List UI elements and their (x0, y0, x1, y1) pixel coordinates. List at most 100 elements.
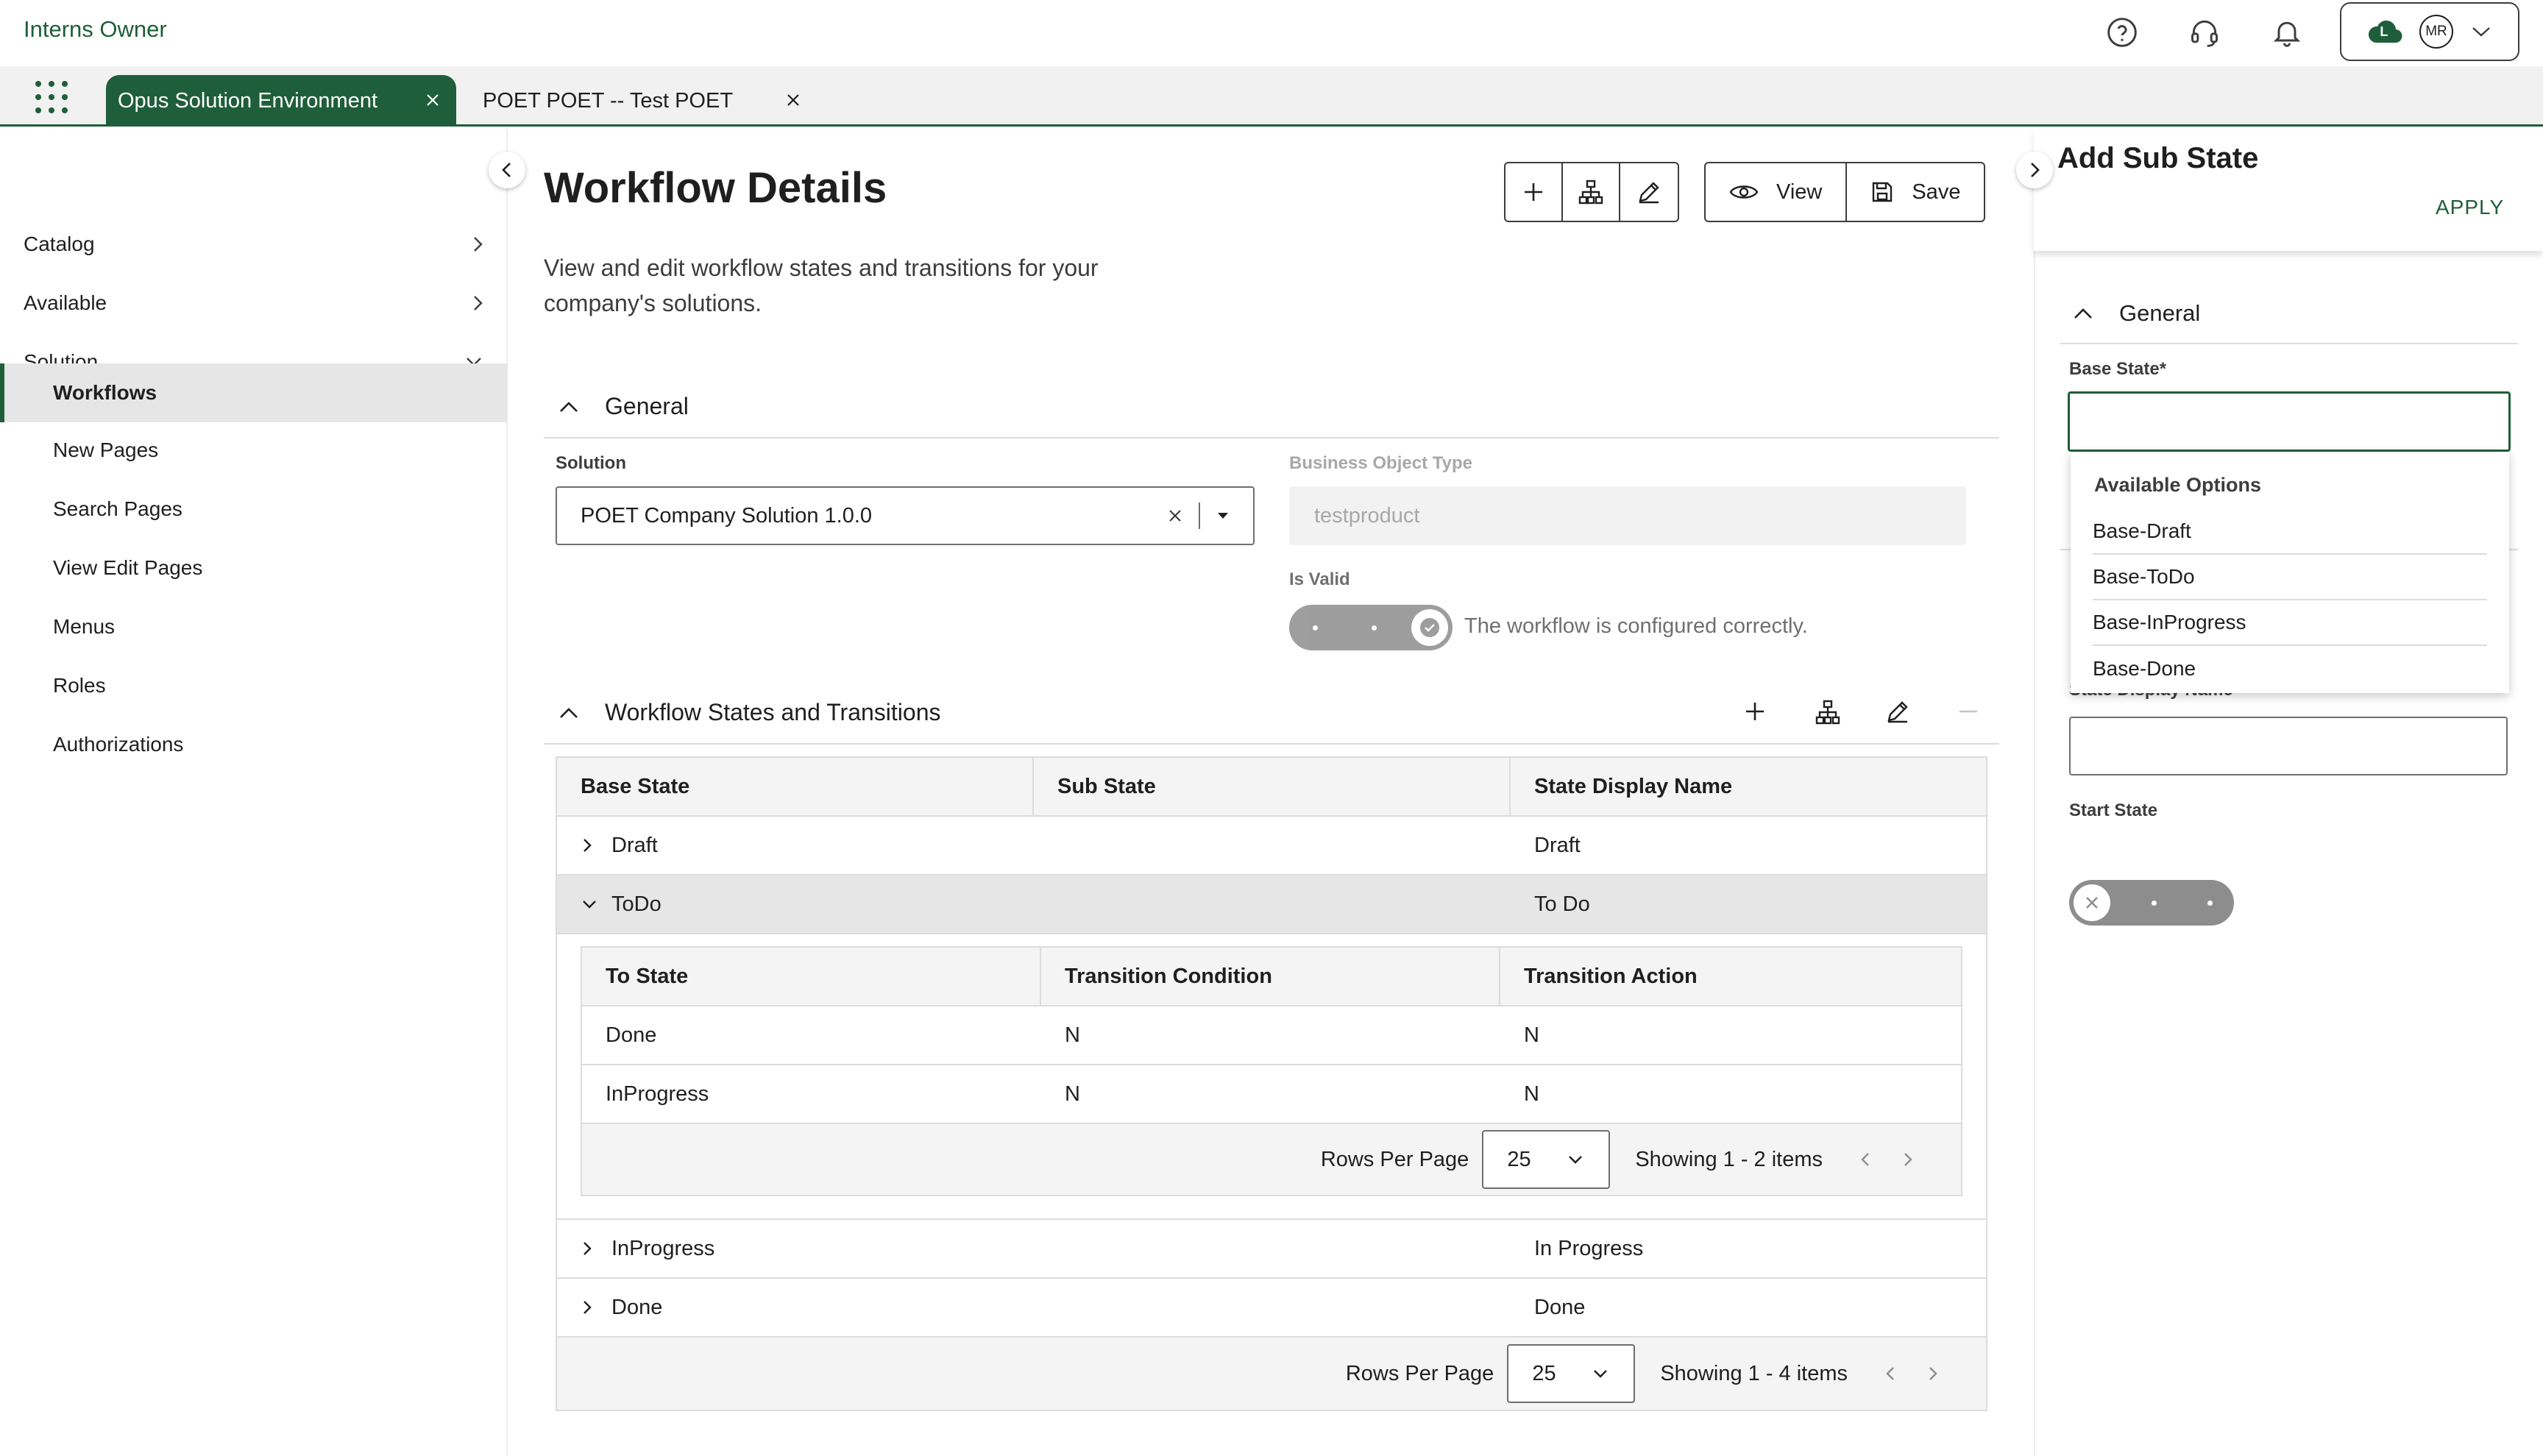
sidebar-item-available[interactable]: Available (0, 274, 508, 333)
sidebar-item-new-pages[interactable]: New Pages (0, 421, 508, 480)
select-separator (1199, 503, 1200, 529)
sidebar-item-view-edit-pages[interactable]: View Edit Pages (0, 539, 508, 597)
chevron-down-icon[interactable] (581, 898, 598, 911)
table-row[interactable]: Draft Draft (557, 817, 1986, 876)
collapse-sidebar-button[interactable] (489, 152, 525, 188)
states-section-header[interactable]: Workflow States and Transitions (558, 699, 941, 726)
states-table: Base State Sub State State Display Name … (556, 756, 1987, 1411)
base-state-input[interactable] (2068, 391, 2511, 452)
chevron-up-icon (560, 707, 578, 718)
sidebar-item-search-pages[interactable]: Search Pages (0, 480, 508, 539)
save-button-label: Save (1912, 180, 1961, 204)
transitions-table: To State Transition Condition Transition… (581, 946, 1962, 1196)
divider (544, 437, 1999, 438)
chevron-right-icon[interactable] (581, 837, 594, 854)
rows-per-page-select[interactable]: 25 (1482, 1130, 1611, 1189)
cloud-icon: L (2367, 19, 2402, 44)
remove-state-button[interactable] (1957, 708, 1979, 715)
help-icon[interactable] (2103, 13, 2141, 52)
chevron-right-icon[interactable] (581, 1240, 594, 1257)
toolbar-action-group: View Save (1704, 162, 1986, 222)
sidebar-item-authorizations[interactable]: Authorizations (0, 715, 508, 774)
close-icon[interactable] (422, 90, 443, 110)
transitions-container: To State Transition Condition Transition… (557, 934, 1986, 1220)
clear-icon[interactable] (1168, 508, 1182, 523)
start-state-toggle[interactable] (2069, 880, 2234, 926)
app-launcher-grid-icon[interactable] (35, 81, 69, 115)
column-header[interactable]: To State (582, 948, 1041, 1005)
page-description: View and edit workflow states and transi… (544, 255, 1099, 316)
panel-general-header[interactable]: General (2072, 300, 2200, 327)
column-header[interactable]: Transition Action (1500, 948, 1961, 1005)
edit-state-button[interactable] (1885, 699, 1910, 724)
prev-page-icon[interactable] (1876, 1363, 1905, 1384)
chevron-right-icon[interactable] (581, 1299, 594, 1316)
table-header-row: Base State Sub State State Display Name (557, 758, 1986, 817)
chevron-up-icon (2074, 308, 2092, 319)
sub-state-cell (1034, 1220, 1511, 1277)
condition-cell: N (1065, 1023, 1080, 1047)
table-row[interactable]: Done N N (582, 1006, 1961, 1065)
solution-select[interactable]: POET Company Solution 1.0.0 (556, 486, 1255, 545)
save-button[interactable]: Save (1847, 163, 1984, 221)
rows-per-page-select[interactable]: 25 (1507, 1344, 1636, 1403)
sidebar-item-workflows[interactable]: Workflows (0, 363, 508, 422)
close-icon (2074, 884, 2110, 921)
tab-opus-solution-environment[interactable]: Opus Solution Environment (106, 75, 456, 127)
tab-poet-test[interactable]: POET POET -- Test POET (471, 75, 817, 127)
to-state-cell: Done (606, 1023, 657, 1047)
dropdown-option-base-draft[interactable]: Base-Draft (2093, 509, 2487, 555)
column-header[interactable]: Base State (557, 758, 1034, 815)
table-row[interactable]: InProgress N N (582, 1065, 1961, 1124)
sidebar-item-label: New Pages (53, 438, 159, 461)
sidebar-item-label: Catalog (24, 232, 95, 255)
close-icon[interactable] (783, 90, 804, 110)
hierarchy-button[interactable] (1563, 163, 1620, 221)
column-header[interactable]: Sub State (1034, 758, 1511, 815)
edit-button[interactable] (1620, 163, 1678, 221)
avatar[interactable]: MR (2419, 15, 2453, 49)
panel-title: Add Sub State (2057, 142, 2259, 174)
column-header[interactable]: State Display Name (1511, 758, 1986, 815)
table-row-expanded[interactable]: ToDo To Do (557, 876, 1986, 934)
chevron-down-icon[interactable] (2470, 24, 2492, 39)
apply-button[interactable]: APPLY (2436, 196, 2504, 219)
dropdown-option-base-inprogress[interactable]: Base-InProgress (2093, 600, 2487, 646)
display-name-cell: To Do (1534, 892, 1590, 916)
base-state-value: InProgress (611, 1236, 715, 1260)
state-display-name-input[interactable] (2069, 717, 2508, 775)
sidebar-item-menus[interactable]: Menus (0, 597, 508, 656)
add-state-button[interactable] (1744, 700, 1766, 722)
table-row[interactable]: InProgress In Progress (557, 1220, 1986, 1279)
collapse-panel-button[interactable] (2016, 152, 2053, 188)
base-state-value: Draft (611, 833, 658, 857)
dropdown-option-base-done[interactable]: Base-Done (2093, 646, 2487, 692)
rows-per-page-value: 25 (1507, 1147, 1531, 1171)
prev-page-icon[interactable] (1851, 1149, 1880, 1170)
chevron-down-icon (1594, 1370, 1608, 1378)
next-page-icon[interactable] (1918, 1363, 1948, 1384)
save-icon (1873, 182, 1893, 202)
user-menu[interactable]: L MR (2340, 2, 2519, 61)
sidebar-item-roles[interactable]: Roles (0, 656, 508, 715)
column-header[interactable]: Transition Condition (1041, 948, 1500, 1005)
dropdown-option-base-todo[interactable]: Base-ToDo (2093, 555, 2487, 600)
is-valid-toggle (1289, 605, 1453, 650)
caret-down-icon[interactable] (1216, 511, 1230, 520)
section-title: Workflow States and Transitions (605, 699, 941, 725)
business-object-type-value: testproduct (1314, 503, 1420, 528)
base-state-cell: InProgress (557, 1220, 1034, 1277)
view-button[interactable]: View (1706, 163, 1848, 221)
sidebar-item-catalog[interactable]: Catalog (0, 215, 508, 274)
display-name-cell: Draft (1534, 833, 1581, 857)
table-row[interactable]: Done Done (557, 1279, 1986, 1338)
add-button[interactable] (1505, 163, 1563, 221)
support-headset-icon[interactable] (2185, 13, 2224, 52)
rows-per-page-label: Rows Per Page (1320, 1147, 1469, 1171)
hierarchy-button[interactable] (1815, 699, 1841, 725)
notification-bell-icon[interactable] (2268, 13, 2306, 52)
sidebar-item-label: Authorizations (53, 733, 184, 756)
sub-state-cell (1034, 817, 1511, 874)
general-section-header[interactable]: General (558, 393, 689, 420)
next-page-icon[interactable] (1893, 1149, 1923, 1170)
